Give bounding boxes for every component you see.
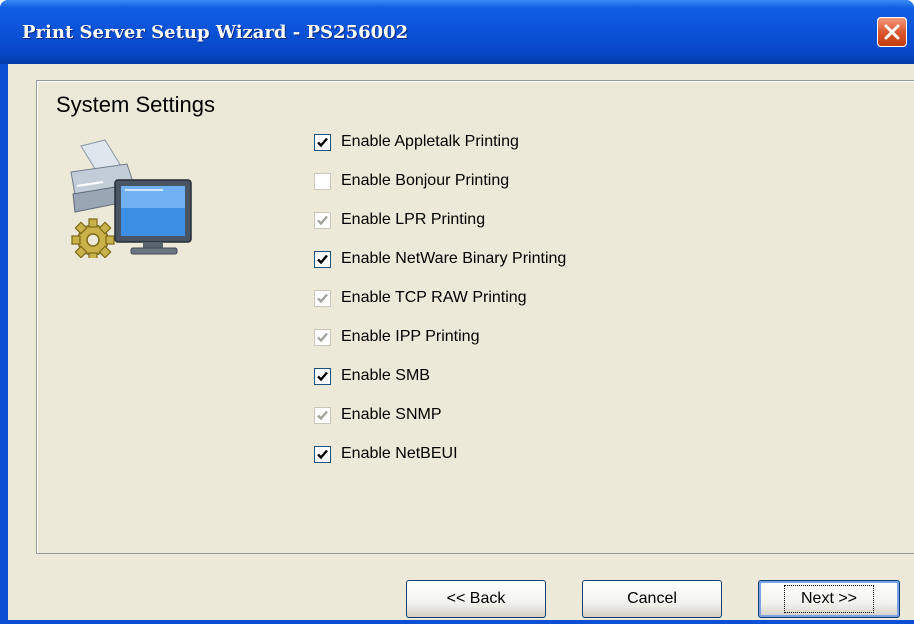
option-row[interactable]: Enable NetBEUI (314, 444, 674, 464)
checkbox[interactable] (314, 133, 331, 151)
checkbox[interactable] (314, 445, 331, 463)
checkbox[interactable] (314, 250, 331, 268)
option-label: Enable LPR Printing (341, 211, 486, 228)
window-bottom-border (0, 620, 914, 624)
section-title: System Settings (56, 92, 215, 117)
window-title: Print Server Setup Wizard - PS256002 (22, 22, 409, 43)
option-label: Enable IPP Printing (341, 328, 480, 345)
option-row: Enable TCP RAW Printing (314, 288, 674, 308)
option-label: Enable SNMP (341, 406, 442, 423)
close-icon (884, 24, 900, 40)
checkbox (314, 172, 331, 190)
option-label: Enable Bonjour Printing (341, 172, 510, 189)
option-row[interactable]: Enable NetWare Binary Printing (314, 249, 674, 269)
title-bar[interactable]: Print Server Setup Wizard - PS256002 (0, 0, 914, 64)
cancel-button-label: Cancel (627, 590, 677, 607)
option-label: Enable Appletalk Printing (341, 133, 519, 150)
close-button[interactable] (877, 17, 907, 47)
checkmark-icon (317, 410, 328, 420)
checkmark-icon (317, 332, 328, 342)
option-label: Enable SMB (341, 367, 430, 384)
option-label: Enable NetWare Binary Printing (341, 250, 567, 267)
checkmark-icon (317, 215, 328, 225)
option-label: Enable TCP RAW Printing (341, 289, 527, 306)
back-button[interactable]: << Back (406, 580, 546, 618)
checkbox (314, 211, 331, 229)
checkmark-icon (317, 254, 328, 264)
option-row[interactable]: Enable SMB (314, 366, 674, 386)
wizard-client-area: System Settings Enable Appletalk Printin… (8, 64, 914, 624)
option-row[interactable]: Enable Appletalk Printing (314, 132, 674, 152)
option-row: Enable Bonjour Printing (314, 171, 674, 191)
option-row: Enable SNMP (314, 405, 674, 425)
cancel-button[interactable]: Cancel (582, 580, 722, 618)
checkmark-icon (317, 293, 328, 303)
option-row: Enable LPR Printing (314, 210, 674, 230)
wizard-window: Print Server Setup Wizard - PS256002 Sys… (0, 0, 914, 624)
option-row: Enable IPP Printing (314, 327, 674, 347)
next-button[interactable]: Next >> (758, 580, 900, 618)
checkbox (314, 328, 331, 346)
checkmark-icon (317, 371, 328, 381)
checkbox[interactable] (314, 367, 331, 385)
checkbox (314, 406, 331, 424)
checkmark-icon (317, 137, 328, 147)
checkbox (314, 289, 331, 307)
back-button-label: << Back (446, 590, 506, 607)
printer-monitor-gear-icon (70, 139, 192, 258)
option-label: Enable NetBEUI (341, 445, 458, 462)
checkmark-icon (317, 449, 328, 459)
next-button-label: Next >> (783, 585, 875, 613)
